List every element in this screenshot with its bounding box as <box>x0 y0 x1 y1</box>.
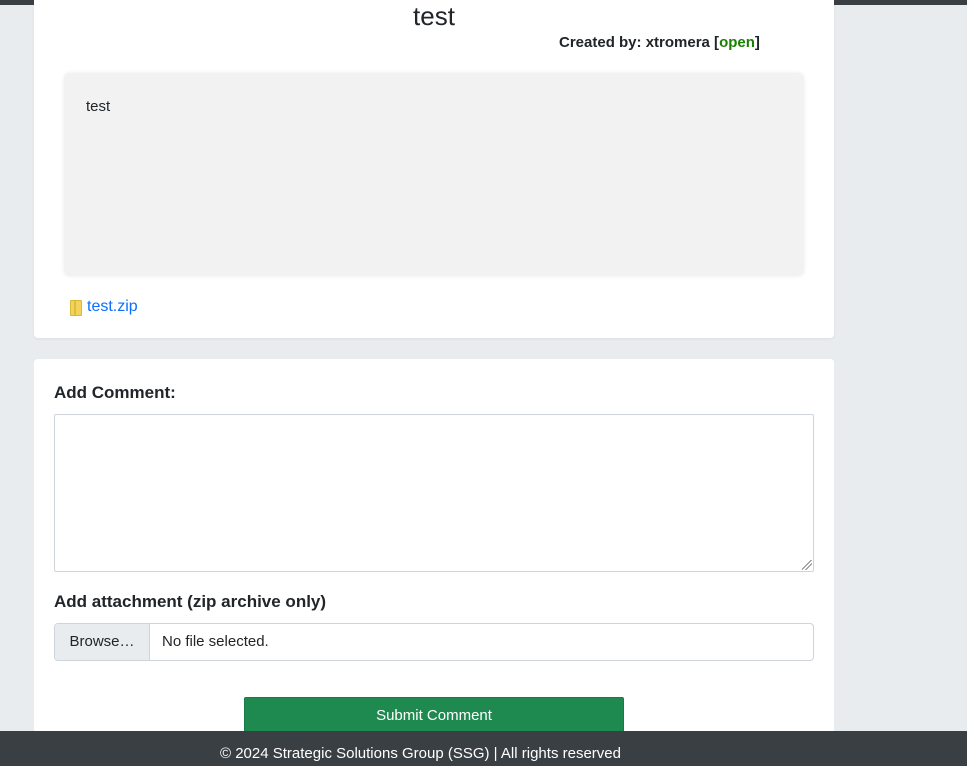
ticket-author: Created by: xtromera [open] <box>559 34 760 51</box>
created-by-label: Created by: xtromera [ <box>559 34 720 51</box>
browse-button[interactable]: Browse… <box>55 624 150 660</box>
ticket-description: test <box>64 73 804 276</box>
ticket-description-text: test <box>86 98 111 115</box>
comment-form: Add Comment: Add attachment (zip archive… <box>34 359 834 766</box>
resize-handle-icon[interactable] <box>802 560 812 570</box>
status-badge: open <box>719 34 755 51</box>
file-status-text: No file selected. <box>162 633 269 650</box>
attachment-file-input[interactable]: Browse… No file selected. <box>54 623 814 661</box>
submit-comment-button[interactable]: Submit Comment <box>244 697 624 735</box>
comment-label: Add Comment: <box>54 383 176 402</box>
ticket-title: test <box>413 1 455 31</box>
attachment-download-link[interactable]: test.zip <box>87 298 138 316</box>
footer: © 2024 Strategic Solutions Group (SSG) |… <box>0 731 967 766</box>
footer-copyright: © 2024 Strategic Solutions Group (SSG) |… <box>220 745 621 762</box>
zip-file-icon <box>70 300 82 316</box>
ticket-card: test Created by: xtromera [open] test te… <box>34 0 834 338</box>
comment-textarea[interactable] <box>54 414 814 572</box>
created-by-close: ] <box>754 34 760 51</box>
attachment-label: Add attachment (zip archive only) <box>54 592 327 611</box>
ticket-attachment: test.zip <box>70 297 138 316</box>
